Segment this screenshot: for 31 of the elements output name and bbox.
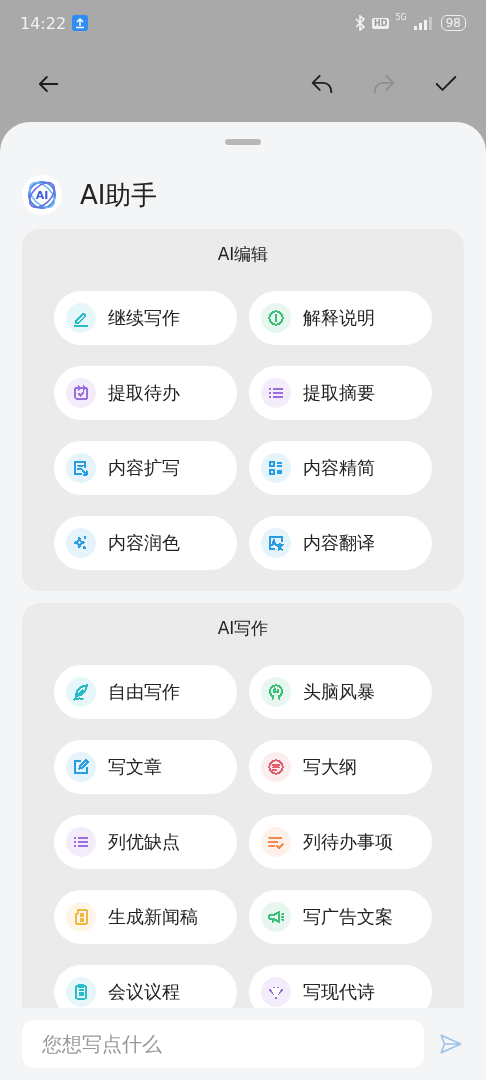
action-button[interactable]: 解释说明 [249, 291, 432, 345]
prompt-field[interactable]: 您想写点什么 [22, 1020, 424, 1068]
ai-logo: AI [22, 175, 62, 215]
drag-handle[interactable] [225, 139, 261, 145]
action-button[interactable]: 列优缺点 [54, 815, 237, 869]
upload-icon [72, 15, 89, 31]
action-button[interactable]: 写现代诗 [249, 965, 432, 1008]
action-button[interactable]: 自由写作 [54, 665, 237, 719]
battery-indicator: 98 [440, 15, 466, 31]
action-button[interactable]: 内容翻译 [249, 516, 432, 570]
action-button[interactable]: 写广告文案 [249, 890, 432, 944]
status-time: 14:22 [20, 13, 67, 33]
action-button[interactable]: 头脑风暴 [249, 665, 432, 719]
network-label: 5G [395, 13, 407, 22]
action-button[interactable]: 列待办事项 [249, 815, 432, 869]
action-button[interactable]: 继续写作 [54, 291, 237, 345]
action-button[interactable]: 内容精简 [249, 441, 432, 495]
signal-icon [412, 16, 435, 30]
action-button[interactable]: 写大纲 [249, 740, 432, 794]
action-button[interactable]: 会议议程 [54, 965, 237, 1008]
bluetooth-icon [354, 15, 367, 31]
assistant-title: AI助手 [80, 178, 158, 212]
section-title: AI写作 [216, 617, 270, 640]
hd-badge: HD [372, 17, 390, 29]
action-button[interactable]: 内容润色 [54, 516, 237, 570]
action-button[interactable]: 提取待办 [54, 366, 237, 420]
section-title: AI编辑 [216, 243, 270, 266]
action-button[interactable]: 提取摘要 [249, 366, 432, 420]
action-button[interactable]: 写文章 [54, 740, 237, 794]
action-button[interactable]: 内容扩写 [54, 441, 237, 495]
action-button[interactable]: 生成新闻稿 [54, 890, 237, 944]
